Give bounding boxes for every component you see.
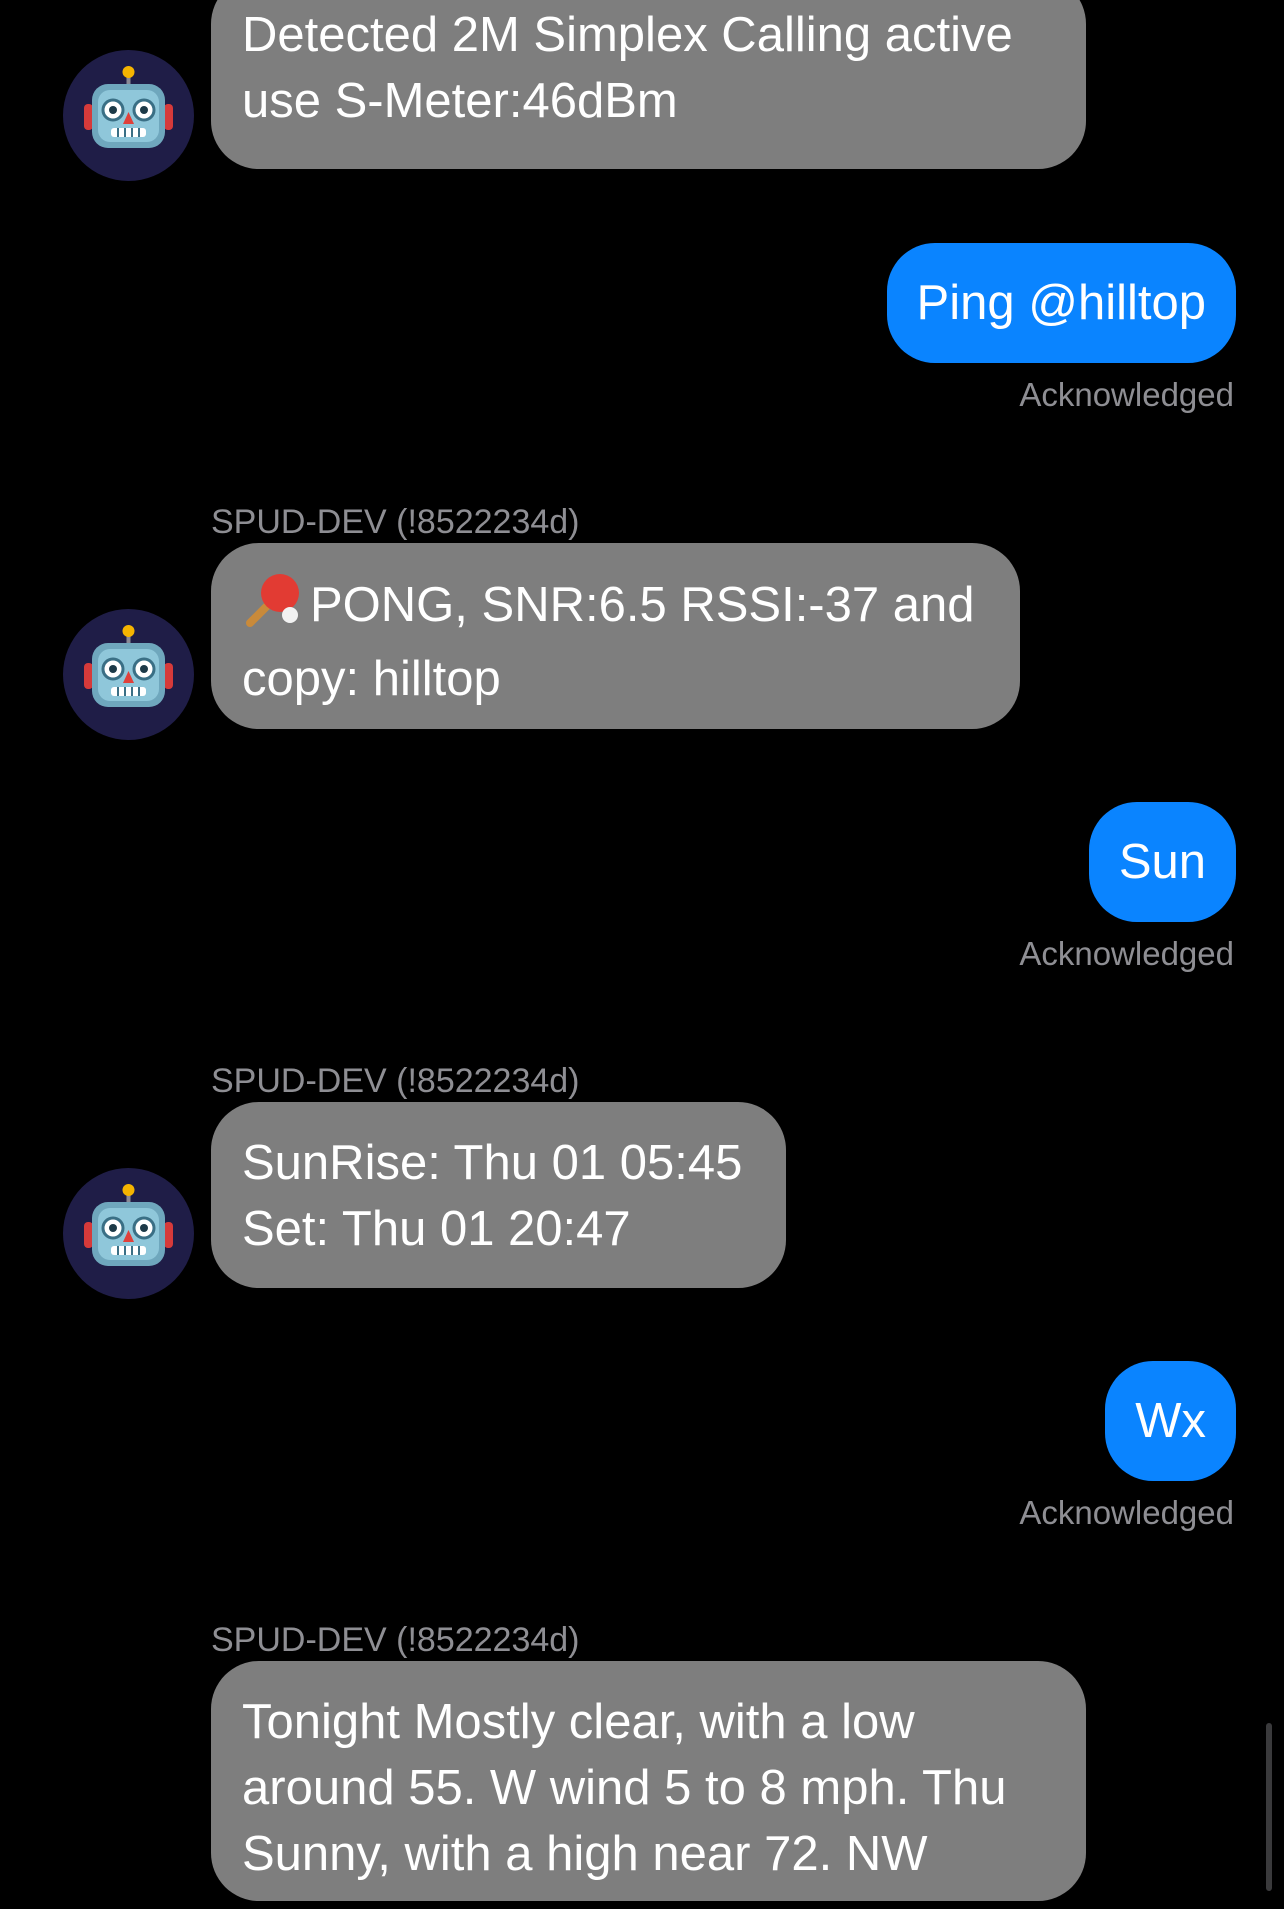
ping-pong-icon — [242, 571, 308, 646]
message-text-line: SunRise: Thu 01 05:45 — [242, 1136, 743, 1190]
outgoing-message-bubble[interactable]: Sun — [1088, 802, 1236, 922]
incoming-message-bubble[interactable]: PONG, SNR:6.5 RSSI:-37 and copy: hilltop — [211, 543, 1020, 729]
delivery-status: Acknowledged — [1019, 376, 1234, 413]
robot-avatar-icon[interactable] — [63, 1168, 194, 1299]
message-text-line: copy: hilltop — [242, 652, 501, 706]
sender-name: SPUD-DEV (!8522234d) — [211, 503, 580, 541]
message-text-line: Tonight Mostly clear, with a low — [242, 1695, 915, 1749]
message-text: Ping @hilltop — [916, 276, 1206, 330]
message-text-line: Set: Thu 01 20:47 — [242, 1202, 631, 1256]
delivery-status: Acknowledged — [1019, 935, 1234, 972]
incoming-message-bubble[interactable]: Detected 2M Simplex Calling active use S… — [211, 0, 1086, 169]
incoming-message-bubble[interactable]: SunRise: Thu 01 05:45 Set: Thu 01 20:47 — [211, 1102, 786, 1288]
message-text-line: Detected 2M Simplex Calling active — [242, 8, 1013, 62]
incoming-message-bubble[interactable]: Tonight Mostly clear, with a low around … — [211, 1661, 1086, 1901]
message-text-line: around 55. W wind 5 to 8 mph. Thu — [242, 1761, 1007, 1815]
message-list[interactable]: Detected 2M Simplex Calling active use S… — [0, 0, 1284, 1909]
message-text-line: Sunny, with a high near 72. NW — [242, 1827, 928, 1881]
scroll-indicator[interactable] — [1266, 1723, 1272, 1891]
robot-avatar-icon[interactable] — [63, 609, 194, 740]
outgoing-message-bubble[interactable]: Wx — [1105, 1361, 1236, 1481]
message-text-line: use S-Meter:46dBm — [242, 74, 678, 128]
message-text-line: PONG, SNR:6.5 RSSI:-37 and — [310, 578, 975, 632]
sender-name: SPUD-DEV (!8522234d) — [211, 1621, 580, 1659]
message-text: Wx — [1135, 1394, 1206, 1448]
message-text: Sun — [1118, 835, 1206, 889]
sender-name: SPUD-DEV (!8522234d) — [211, 1062, 580, 1100]
outgoing-message-bubble[interactable]: Ping @hilltop — [886, 243, 1236, 363]
robot-avatar-icon[interactable] — [63, 50, 194, 181]
delivery-status: Acknowledged — [1019, 1494, 1234, 1531]
